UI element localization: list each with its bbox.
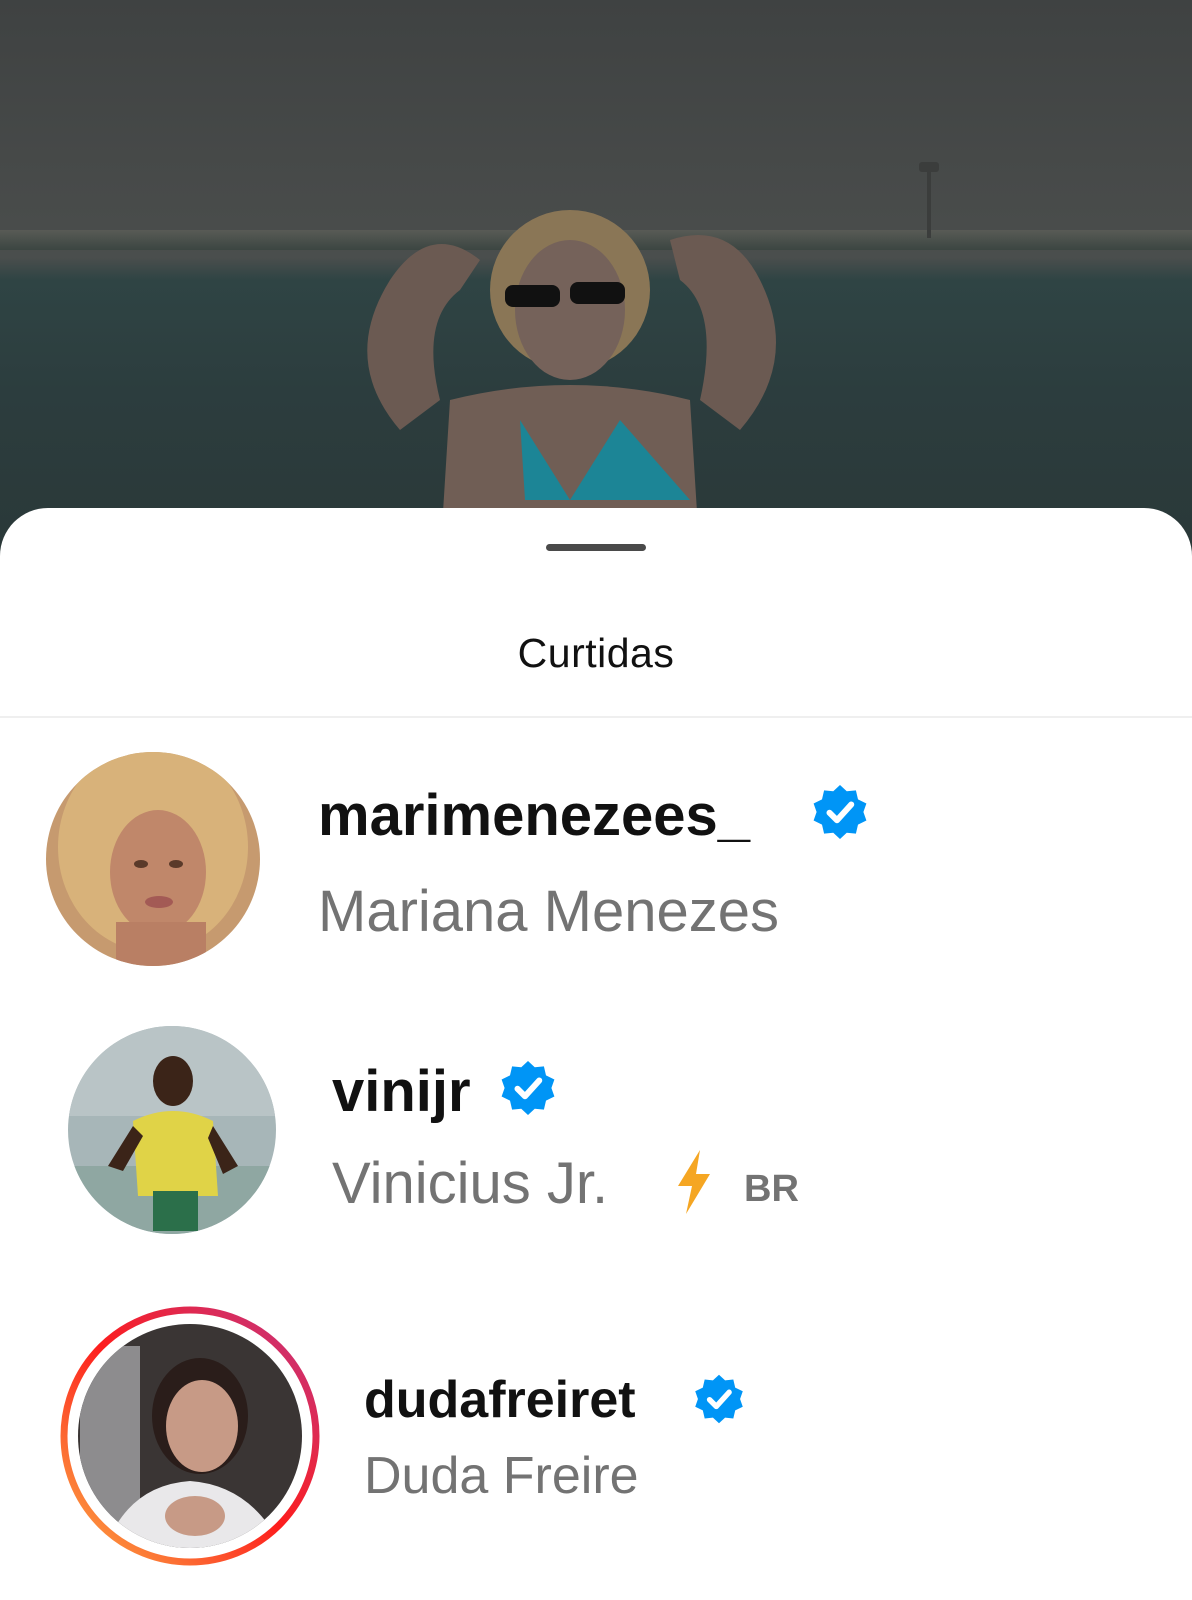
- post-photo-background: [0, 0, 1192, 560]
- avatar[interactable]: [46, 752, 260, 966]
- verified-badge-icon: [813, 785, 867, 839]
- username[interactable]: vinijr: [332, 1058, 471, 1125]
- avatar[interactable]: [68, 1026, 276, 1234]
- sheet-divider: [0, 716, 1192, 718]
- username[interactable]: marimenezees_: [318, 782, 750, 849]
- photo-tower: [927, 168, 931, 238]
- verified-badge-icon: [695, 1374, 743, 1424]
- photo-person: [367, 210, 776, 560]
- full-name: Mariana Menezes: [318, 879, 779, 944]
- verified-badge-icon: [501, 1061, 555, 1115]
- full-name: Vinicius Jr.: [332, 1151, 609, 1216]
- country-tag: BR: [744, 1168, 799, 1210]
- lightning-icon: [678, 1150, 710, 1214]
- full-name: Duda Freire: [364, 1447, 639, 1505]
- sheet-drag-handle[interactable]: [546, 544, 646, 551]
- username[interactable]: dudafreiret: [364, 1370, 636, 1430]
- story-ring[interactable]: [60, 1306, 320, 1566]
- sheet-title: Curtidas: [517, 630, 675, 676]
